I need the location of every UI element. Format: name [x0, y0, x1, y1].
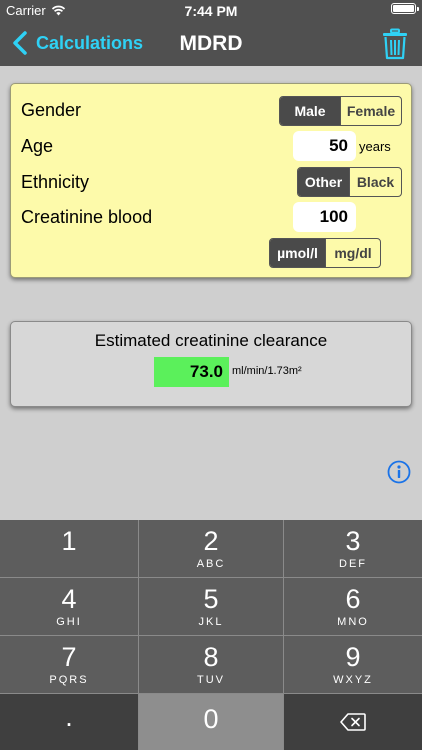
- key-3[interactable]: 3 DEF: [284, 520, 422, 577]
- result-title: Estimated creatinine clearance: [94, 331, 328, 350]
- key-5[interactable]: 5 JKL: [139, 578, 283, 635]
- key-letters: TUV: [197, 674, 225, 686]
- backspace-icon: [340, 713, 366, 731]
- key-9[interactable]: 9 WXYZ: [284, 636, 422, 693]
- status-bar: Carrier 7:44 PM: [0, 0, 422, 22]
- result-card: Estimated creatinine clearance 73.0 ml/m…: [10, 321, 412, 407]
- info-icon[interactable]: [387, 460, 411, 484]
- key-letters: PQRS: [49, 674, 89, 686]
- key-letters: GHI: [56, 616, 82, 628]
- unit-mgdl-option[interactable]: mg/dl: [324, 239, 380, 267]
- key-digit: .: [65, 702, 73, 732]
- key-digit: 2: [203, 526, 219, 556]
- ethnicity-segmented-control: Other Black: [297, 167, 402, 197]
- key-letters: MNO: [337, 616, 369, 628]
- creatinine-unit-segmented-control: µmol/l mg/dl: [269, 238, 381, 268]
- key-digit: 8: [203, 642, 219, 672]
- chevron-left-icon: [13, 31, 27, 55]
- ethnicity-black-option[interactable]: Black: [349, 168, 401, 196]
- key-letters: DEF: [339, 558, 367, 570]
- key-digit: 5: [203, 584, 219, 614]
- gender-male-option[interactable]: Male: [280, 97, 340, 125]
- status-time: 7:44 PM: [184, 3, 238, 19]
- gender-segmented-control: Male Female: [279, 96, 402, 126]
- key-0[interactable]: 0: [139, 694, 283, 750]
- key-digit: 7: [61, 642, 77, 672]
- ethnicity-label: Ethnicity: [21, 172, 90, 192]
- key-letters: JKL: [198, 616, 224, 628]
- key-digit: 1: [61, 526, 77, 556]
- key-decimal[interactable]: .: [0, 694, 138, 750]
- age-input[interactable]: 50: [293, 131, 356, 161]
- result-value: 73.0: [154, 357, 229, 387]
- age-unit: years: [359, 139, 391, 154]
- key-8[interactable]: 8 TUV: [139, 636, 283, 693]
- gender-female-option[interactable]: Female: [340, 97, 401, 125]
- battery-icon: [391, 3, 419, 14]
- key-letters: ABC: [196, 558, 226, 570]
- key-delete[interactable]: [284, 694, 422, 750]
- key-digit: 3: [345, 526, 361, 556]
- key-1[interactable]: 1: [0, 520, 138, 577]
- key-digit: 4: [61, 584, 77, 614]
- gender-label: Gender: [21, 100, 82, 120]
- key-digit: 6: [345, 584, 361, 614]
- nav-bar: Calculations MDRD: [0, 22, 422, 66]
- trash-icon[interactable]: [382, 28, 408, 60]
- key-7[interactable]: 7 PQRS: [0, 636, 138, 693]
- key-2[interactable]: 2 ABC: [139, 520, 283, 577]
- age-label: Age: [21, 136, 54, 156]
- numeric-keypad: 1 2 ABC 3 DEF 4 GHI 5 JKL 6 MNO 7 PQRS 8…: [0, 520, 422, 750]
- result-unit: ml/min/1.73m²: [232, 365, 302, 377]
- key-digit: 9: [345, 642, 361, 672]
- creatinine-label: Creatinine blood: [21, 207, 153, 227]
- unit-umol-option[interactable]: µmol/l: [270, 239, 325, 267]
- creatinine-input[interactable]: 100: [293, 202, 356, 232]
- key-digit: 0: [203, 704, 219, 734]
- status-right: [391, 3, 419, 14]
- back-button-label: Calculations: [36, 32, 144, 53]
- key-6[interactable]: 6 MNO: [284, 578, 422, 635]
- key-letters: WXYZ: [333, 674, 373, 686]
- input-card: Gender Male Female Age 50 years Ethnicit…: [10, 83, 412, 278]
- ethnicity-other-option[interactable]: Other: [298, 168, 349, 196]
- back-button[interactable]: Calculations: [10, 30, 143, 56]
- key-4[interactable]: 4 GHI: [0, 578, 138, 635]
